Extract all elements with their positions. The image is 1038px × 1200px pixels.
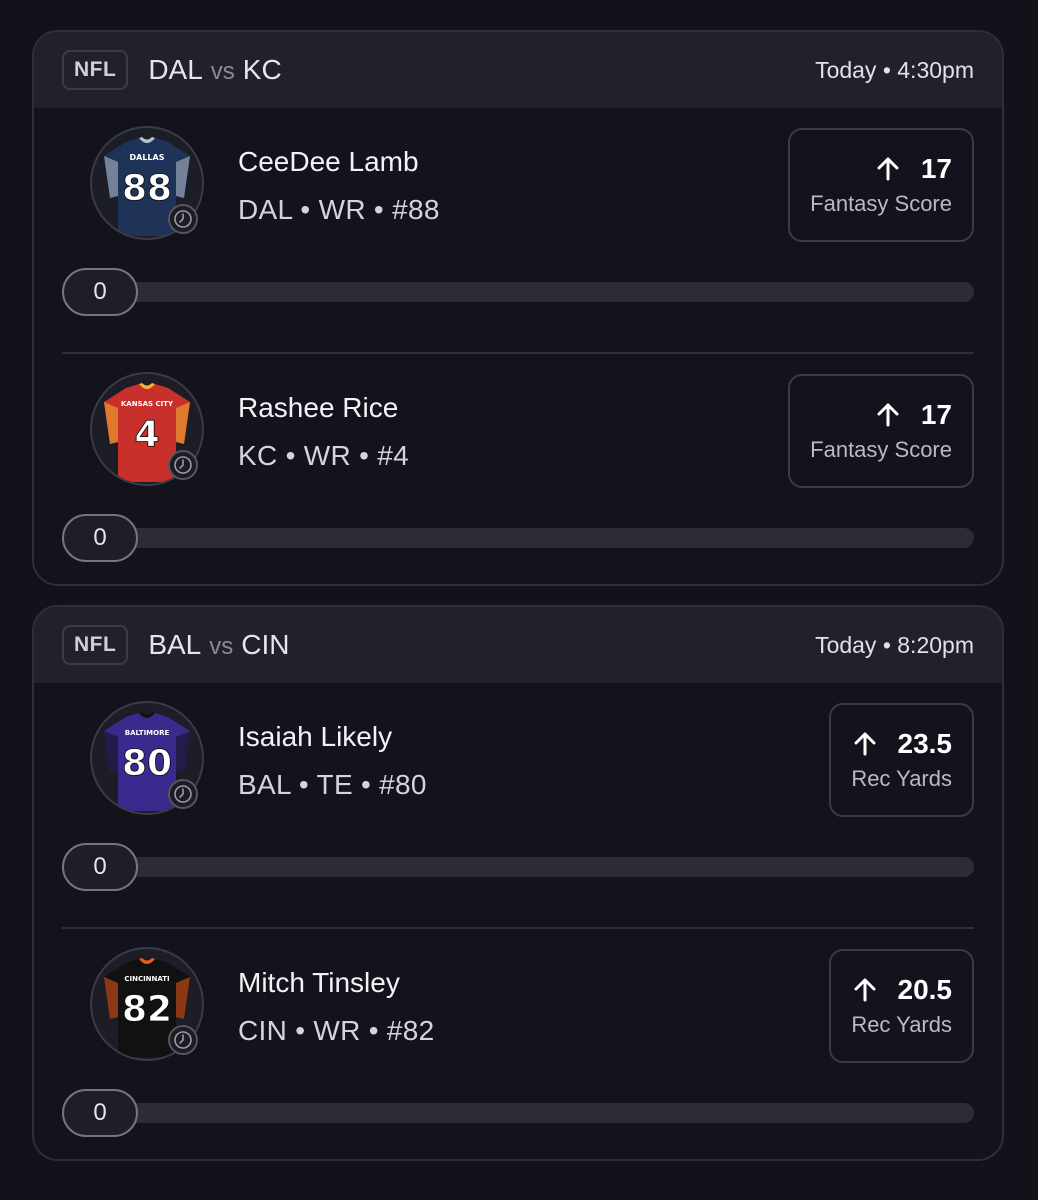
arrow-up-icon: [875, 402, 901, 428]
jersey-number: 88: [122, 168, 172, 209]
player-info: KC • WR • #4: [238, 440, 410, 471]
progress-value: 0: [62, 514, 138, 562]
home-team: BAL: [148, 629, 202, 660]
jersey-number: 82: [122, 989, 172, 1030]
projection-stat: Rec Yards: [851, 766, 952, 791]
game-card: NFL DAL vs KC Today • 4:30pm DALLAS 88 Ce…: [32, 30, 1004, 586]
player-info: CIN • WR • #82: [238, 1015, 435, 1046]
player-row[interactable]: CINCINNATI 82 Mitch Tinsley CIN • WR • #8…: [62, 929, 974, 1159]
jersey-team-label: KANSAS CITY: [121, 400, 174, 408]
game-time: Today • 4:30pm: [815, 56, 974, 83]
player-info: DAL • WR • #88: [238, 194, 440, 225]
arrow-up-icon: [852, 731, 878, 757]
jersey-team-label: BALTIMORE: [125, 729, 170, 737]
player-name: Rashee Rice: [238, 392, 399, 423]
arrow-up-icon: [875, 156, 901, 182]
projection-line: 17: [920, 399, 952, 430]
vs-label: vs: [209, 633, 234, 660]
away-team: KC: [242, 54, 282, 85]
projection-stat: Fantasy Score: [810, 437, 952, 462]
clock-icon: [168, 450, 198, 480]
vs-label: vs: [210, 58, 235, 85]
projection-line: 20.5: [897, 974, 953, 1005]
jersey-number: 4: [134, 414, 159, 455]
matchup: DAL vs KC: [148, 54, 281, 86]
player-row[interactable]: BALTIMORE 80 Isaiah Likely BAL • TE • #80…: [62, 683, 974, 929]
projection-button[interactable]: 20.5 Rec Yards: [829, 949, 974, 1063]
player-name: Isaiah Likely: [238, 721, 393, 752]
projection-line: 17: [920, 153, 952, 184]
progress-value: 0: [62, 1089, 138, 1137]
player-row[interactable]: KANSAS CITY 4 Rashee Rice KC • WR • #4 17…: [62, 354, 974, 584]
jersey-number: 80: [122, 743, 172, 784]
jersey-team-label: CINCINNATI: [124, 975, 169, 983]
jersey-team-label: DALLAS: [130, 153, 165, 162]
league-badge: NFL: [62, 50, 129, 90]
progress-value: 0: [62, 843, 138, 891]
home-team: DAL: [148, 54, 203, 85]
player-name: CeeDee Lamb: [238, 146, 419, 177]
league-badge: NFL: [62, 625, 129, 665]
projection-line: 23.5: [897, 728, 953, 759]
projection-button[interactable]: 17 Fantasy Score: [788, 374, 974, 488]
progress-track: [62, 857, 974, 877]
progress-track: [62, 282, 974, 302]
clock-icon: [168, 1025, 198, 1055]
game-card: NFL BAL vs CIN Today • 8:20pm BALTIMORE 8…: [32, 605, 1004, 1161]
game-header: NFL DAL vs KC Today • 4:30pm: [34, 32, 1002, 108]
player-row[interactable]: DALLAS 88 CeeDee Lamb DAL • WR • #88 17 F…: [62, 108, 974, 354]
matchup: BAL vs CIN: [148, 629, 289, 661]
arrow-up-icon: [852, 977, 878, 1003]
game-header: NFL BAL vs CIN Today • 8:20pm: [34, 607, 1002, 683]
player-info: BAL • TE • #80: [238, 769, 427, 800]
projection-button[interactable]: 23.5 Rec Yards: [829, 703, 974, 817]
projection-stat: Rec Yards: [851, 1012, 952, 1037]
clock-icon: [168, 779, 198, 809]
progress-value: 0: [62, 268, 138, 316]
player-name: Mitch Tinsley: [238, 967, 400, 998]
clock-icon: [168, 204, 198, 234]
projection-button[interactable]: 17 Fantasy Score: [788, 128, 974, 242]
projection-stat: Fantasy Score: [810, 191, 952, 216]
progress-track: [62, 1103, 974, 1123]
game-time: Today • 8:20pm: [815, 631, 974, 658]
progress-track: [62, 528, 974, 548]
away-team: CIN: [241, 629, 290, 660]
